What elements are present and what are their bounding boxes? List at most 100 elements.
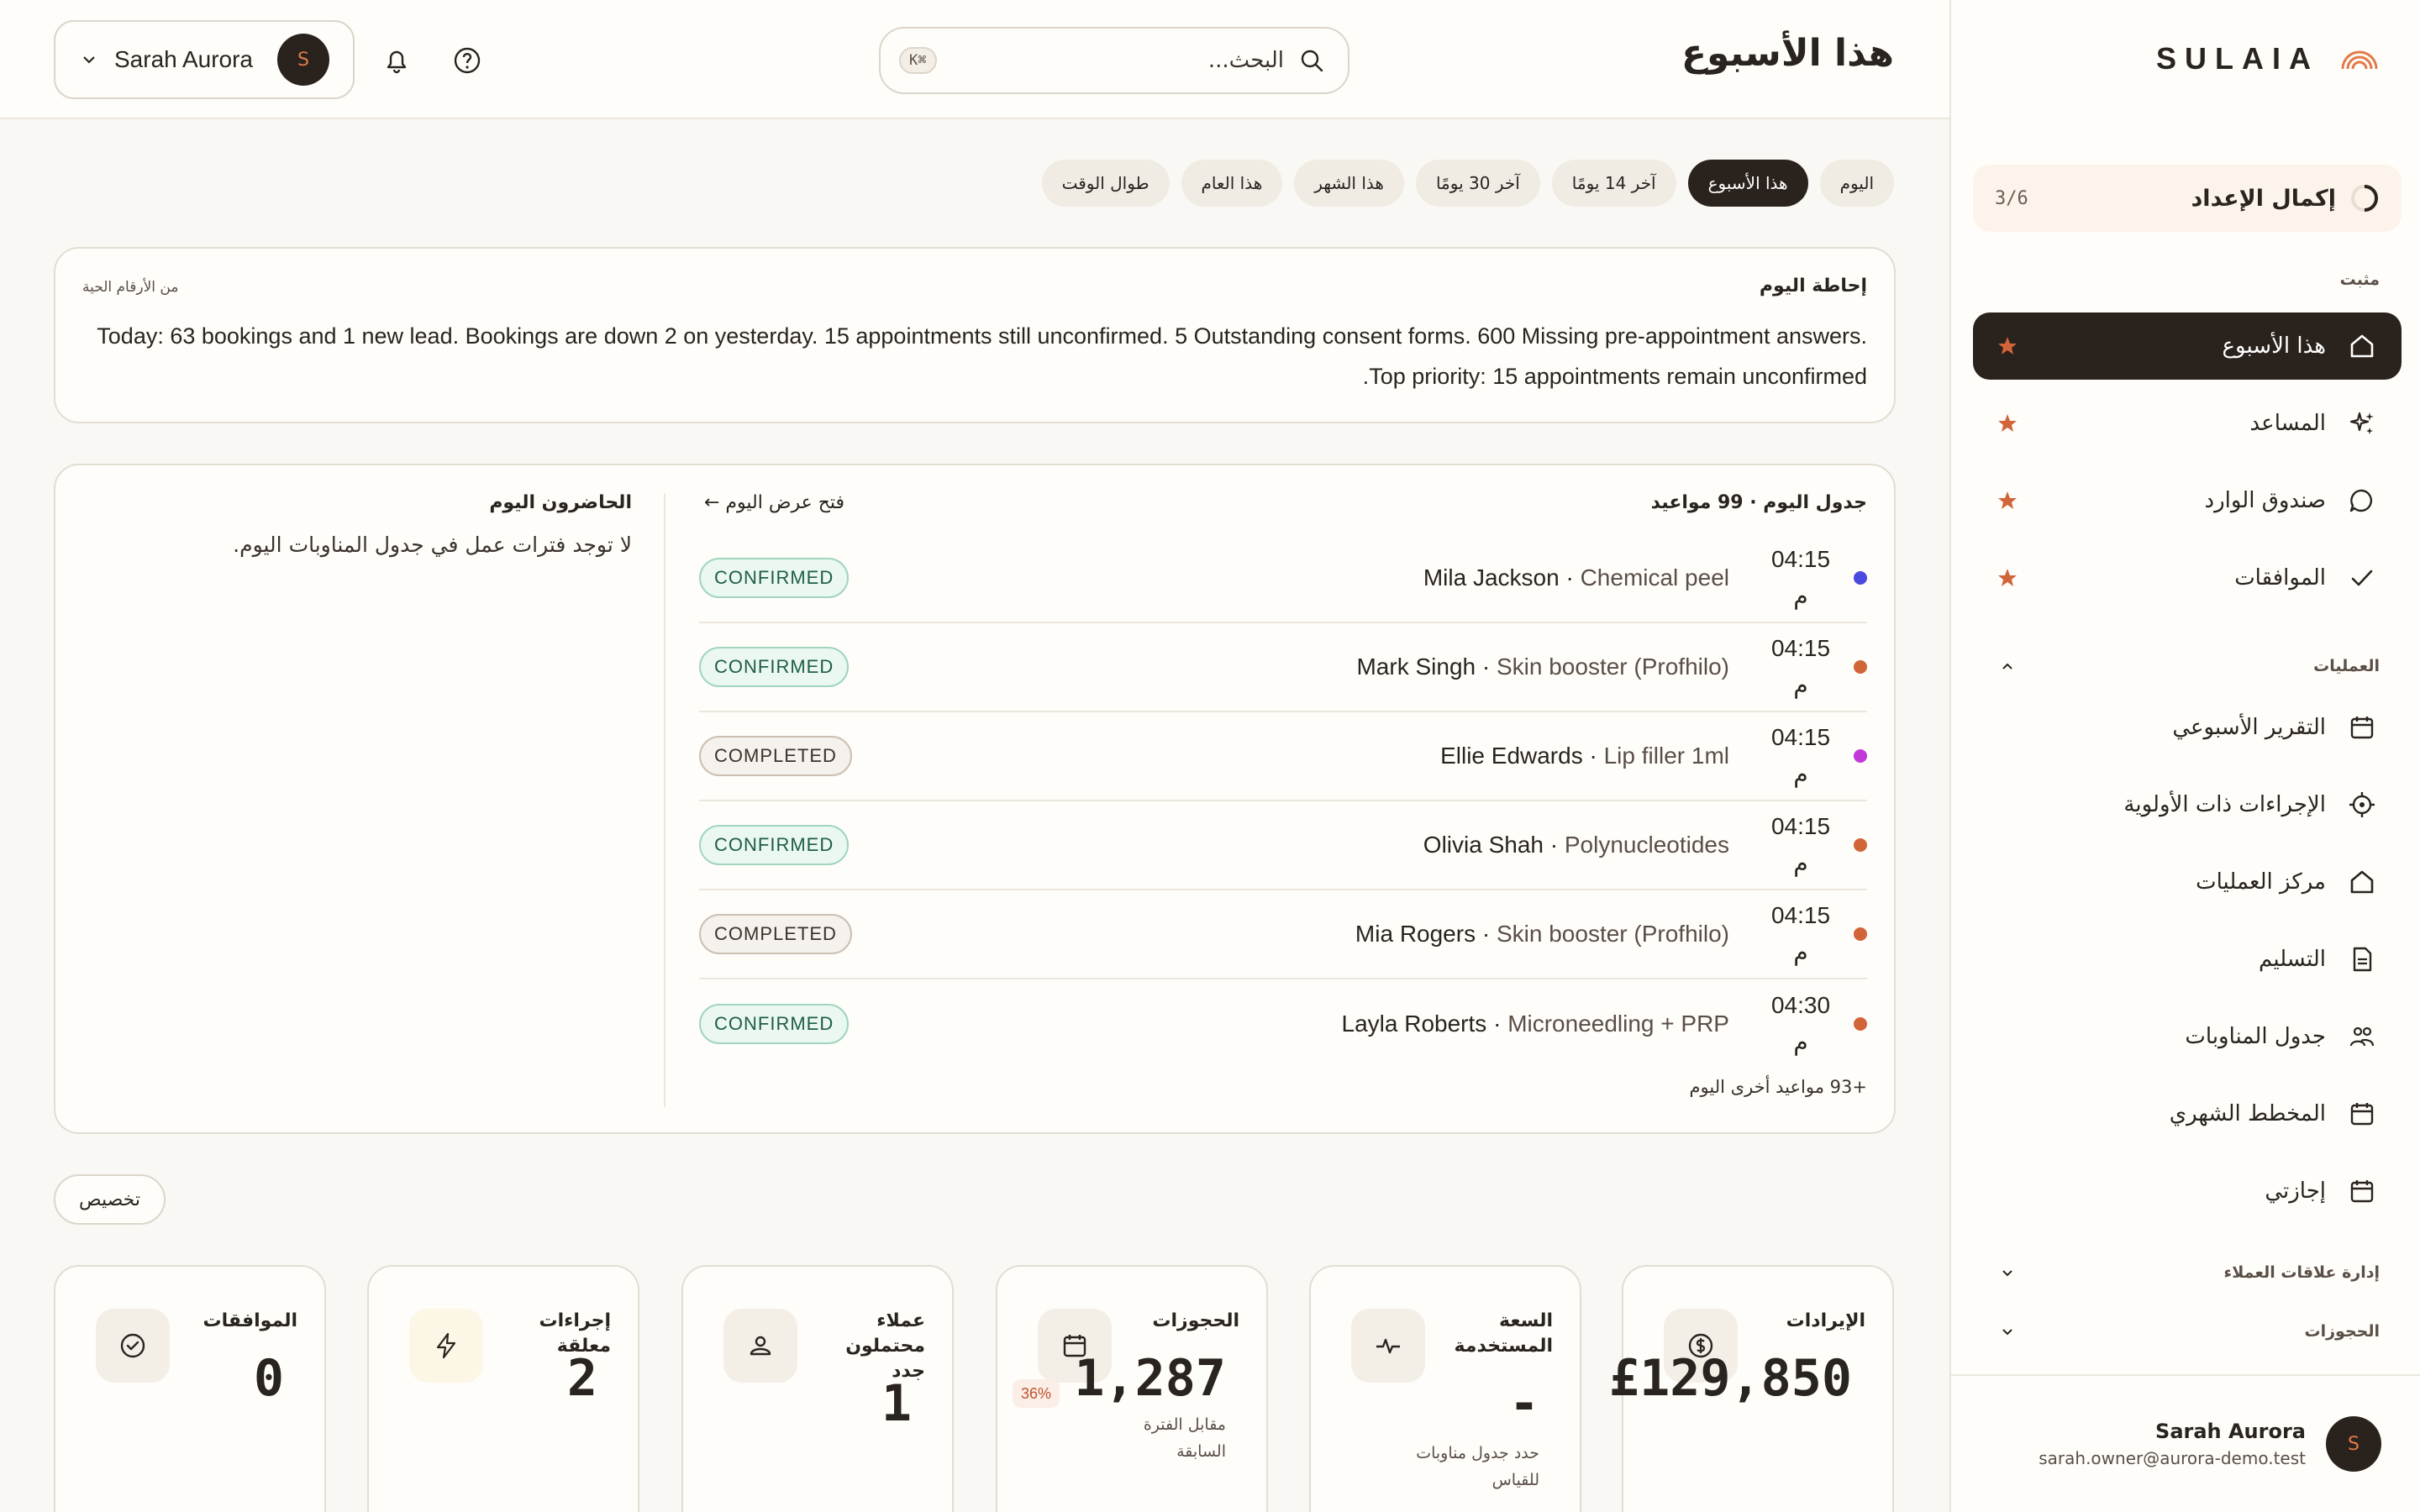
sidebar-item-weekly-report[interactable]: التقرير الأسبوعي <box>1973 694 2402 761</box>
user-name: Sarah Aurora <box>2155 1420 2306 1443</box>
appointment-row[interactable]: 04:15 م Ellie Edwards · Lip filler 1ml CO… <box>699 712 1867 801</box>
kpi-card-bookings[interactable]: الحجوزات 1,287 36% مقابل الفترة السابقة <box>996 1265 1268 1512</box>
filter-this-month[interactable]: هذا الشهر <box>1294 160 1404 207</box>
star-icon[interactable] <box>1996 412 2018 434</box>
sidebar-item-this-week[interactable]: هذا الأسبوع <box>1973 312 2402 380</box>
kpi-value: 0 <box>253 1349 284 1408</box>
sidebar-item-operations-center[interactable]: مركز العمليات <box>1973 848 2402 916</box>
chevron-up-icon[interactable] <box>1998 657 2017 675</box>
home-icon <box>2350 870 2374 894</box>
setup-progress-count: 3/6 <box>1995 187 2028 209</box>
star-icon[interactable] <box>1996 490 2018 512</box>
sidebar-item-rota[interactable]: جدول المناوبات <box>1973 1003 2402 1070</box>
appointment-row[interactable]: 04:15 م Mark Singh · Skin booster (Profhi… <box>699 623 1867 712</box>
sidebar-item-inbox[interactable]: صندوق الوارد <box>1973 467 2402 534</box>
search-input[interactable] <box>936 48 1284 73</box>
search-box[interactable]: ⌘K <box>879 27 1349 94</box>
avatar: S <box>2326 1416 2381 1472</box>
briefing-title: إحاطة اليوم <box>1759 276 1867 297</box>
kpi-subtext: مقابل الفترة السابقة <box>1143 1415 1226 1461</box>
divider <box>664 494 666 1107</box>
filter-this-year[interactable]: هذا العام <box>1181 160 1283 207</box>
sidebar-item-assistant[interactable]: المساعد <box>1973 390 2402 457</box>
client-name: Mia Rogers <box>1355 921 1476 947</box>
client-name: Mila Jackson <box>1423 564 1560 591</box>
sidebar-item-priority-actions[interactable]: الإجراءات ذات الأولوية <box>1973 771 2402 838</box>
sidebar-user-profile[interactable]: S Sarah Aurora sarah.owner@aurora-demo.t… <box>1949 1374 2420 1512</box>
check-circle-icon <box>120 1333 145 1358</box>
operations-section-label[interactable]: العمليات <box>2313 657 2380 675</box>
open-day-view-link[interactable]: فتح عرض اليوم ← <box>704 492 844 513</box>
sidebar-item-approvals[interactable]: الموافقات <box>1973 544 2402 612</box>
schedule-title: جدول اليوم · 99 مواعيد <box>1650 492 1867 513</box>
filter-last-30-days[interactable]: آخر 30 يومًا <box>1415 160 1540 207</box>
today-schedule-card: جدول اليوم · 99 مواعيد فتح عرض اليوم ← 0… <box>54 464 1896 1134</box>
kpi-card-revenue[interactable]: الإيرادات £129,850 <box>1609 1265 1894 1512</box>
appointment-time: 04:15 م <box>1770 902 1831 965</box>
search-icon <box>1301 50 1323 72</box>
kpi-label: الحجوزات <box>1152 1310 1239 1331</box>
sidebar-item-label: المخطط الشهري <box>2169 1101 2326 1126</box>
more-appointments-link[interactable]: +93 مواعيد أخرى اليوم <box>1690 1077 1867 1097</box>
appointment-client: Olivia Shah · Polynucleotides <box>1423 832 1729 858</box>
client-name: Ellie Edwards <box>1440 743 1583 769</box>
people-icon <box>2349 1026 2375 1047</box>
kpi-subtext: حدد جدول مناوبات للقياس <box>1416 1444 1539 1489</box>
practitioner-color-dot <box>1854 571 1867 585</box>
kpi-card-approvals[interactable]: الموافقات 0 <box>54 1265 326 1512</box>
kpi-icon <box>409 1309 483 1383</box>
kpi-card-pending-actions[interactable]: إجراءات معلقة 2 <box>367 1265 639 1512</box>
client-name: Mark Singh <box>1356 654 1476 680</box>
appointment-row[interactable]: 04:15 م Olivia Shah · Polynucleotides CON… <box>699 801 1867 890</box>
service-name: Skin booster (Profhilo) <box>1496 654 1729 680</box>
client-name: Olivia Shah <box>1423 832 1544 858</box>
kpi-icon <box>1351 1309 1425 1383</box>
filter-this-week[interactable]: هذا الأسبوع <box>1687 160 1808 207</box>
appointment-row[interactable]: 04:15 م Mia Rogers · Skin booster (Profhi… <box>699 890 1867 979</box>
keyboard-shortcut-hint: ⌘K <box>899 47 937 74</box>
status-badge: CONFIRMED <box>699 1004 850 1044</box>
chevron-down-icon[interactable] <box>1998 1263 2017 1282</box>
setup-progress-card[interactable]: إكمال الإعداد 3/6 <box>1973 165 2402 232</box>
staff-empty-message: لا توجد فترات عمل في جدول المناوبات اليو… <box>233 533 632 557</box>
kpi-label: الموافقات <box>203 1310 298 1331</box>
sidebar-item-handover[interactable]: التسليم <box>1973 926 2402 993</box>
kpi-card-new-leads[interactable]: عملاء محتملون جدد 1 <box>681 1265 954 1512</box>
user-email: sarah.owner@aurora-demo.test <box>2039 1448 2306 1468</box>
appointment-row[interactable]: 04:15 م Mila Jackson · Chemical peel CONF… <box>699 534 1867 623</box>
appointment-row[interactable]: 04:30 م Layla Roberts · Microneedling + P… <box>699 979 1867 1068</box>
sidebar-item-label: الإجراءات ذات الأولوية <box>2123 792 2326 817</box>
sidebar-item-label: إجازتي <box>2265 1179 2326 1204</box>
appointment-client: Layla Roberts · Microneedling + PRP <box>1341 1011 1729 1037</box>
sidebar-item-my-leave[interactable]: إجازتي <box>1973 1158 2402 1225</box>
filter-last-14-days[interactable]: آخر 14 يومًا <box>1551 160 1676 207</box>
kpi-card-capacity[interactable]: السعة المستخدمة - حدد جدول مناوبات للقيا… <box>1309 1265 1581 1512</box>
chevron-down-icon <box>83 56 95 64</box>
user-info: Sarah Aurora sarah.owner@aurora-demo.tes… <box>2039 1420 2306 1468</box>
brand[interactable]: SULAIA <box>2156 40 2380 77</box>
sidebar-item-monthly-planner[interactable]: المخطط الشهري <box>1973 1080 2402 1147</box>
kpi-label: عملاء محتملون جدد <box>845 1310 925 1382</box>
client-name: Layla Roberts <box>1341 1011 1487 1037</box>
appointment-time: 04:15 م <box>1770 546 1831 609</box>
customize-button[interactable]: تخصيص <box>54 1174 166 1225</box>
help-icon[interactable] <box>450 44 484 77</box>
chevron-down-icon[interactable] <box>1998 1322 2017 1341</box>
sidebar-item-label: الموافقات <box>2234 565 2326 591</box>
sidebar-item-label: مركز العمليات <box>2196 869 2326 895</box>
star-icon[interactable] <box>1996 567 2018 589</box>
bell-icon[interactable] <box>380 44 413 77</box>
target-icon <box>2349 792 2375 817</box>
pulse-icon <box>1376 1338 1400 1354</box>
bookings-section-label[interactable]: الحجوزات <box>2305 1322 2381 1341</box>
crm-section-label[interactable]: إدارة علاقات العملاء <box>2224 1263 2380 1282</box>
star-icon[interactable] <box>1996 335 2018 357</box>
filter-today[interactable]: اليوم <box>1819 160 1894 207</box>
filter-all-time[interactable]: طوال الوقت <box>1041 160 1170 207</box>
status-badge: CONFIRMED <box>699 558 850 598</box>
appointment-time: 04:15 م <box>1770 724 1831 787</box>
setup-label: إكمال الإعداد <box>2191 185 2336 212</box>
user-menu-button[interactable]: Sarah Aurora S <box>54 20 355 99</box>
status-badge: CONFIRMED <box>699 825 850 865</box>
briefing-source: من الأرقام الحية <box>82 279 179 296</box>
